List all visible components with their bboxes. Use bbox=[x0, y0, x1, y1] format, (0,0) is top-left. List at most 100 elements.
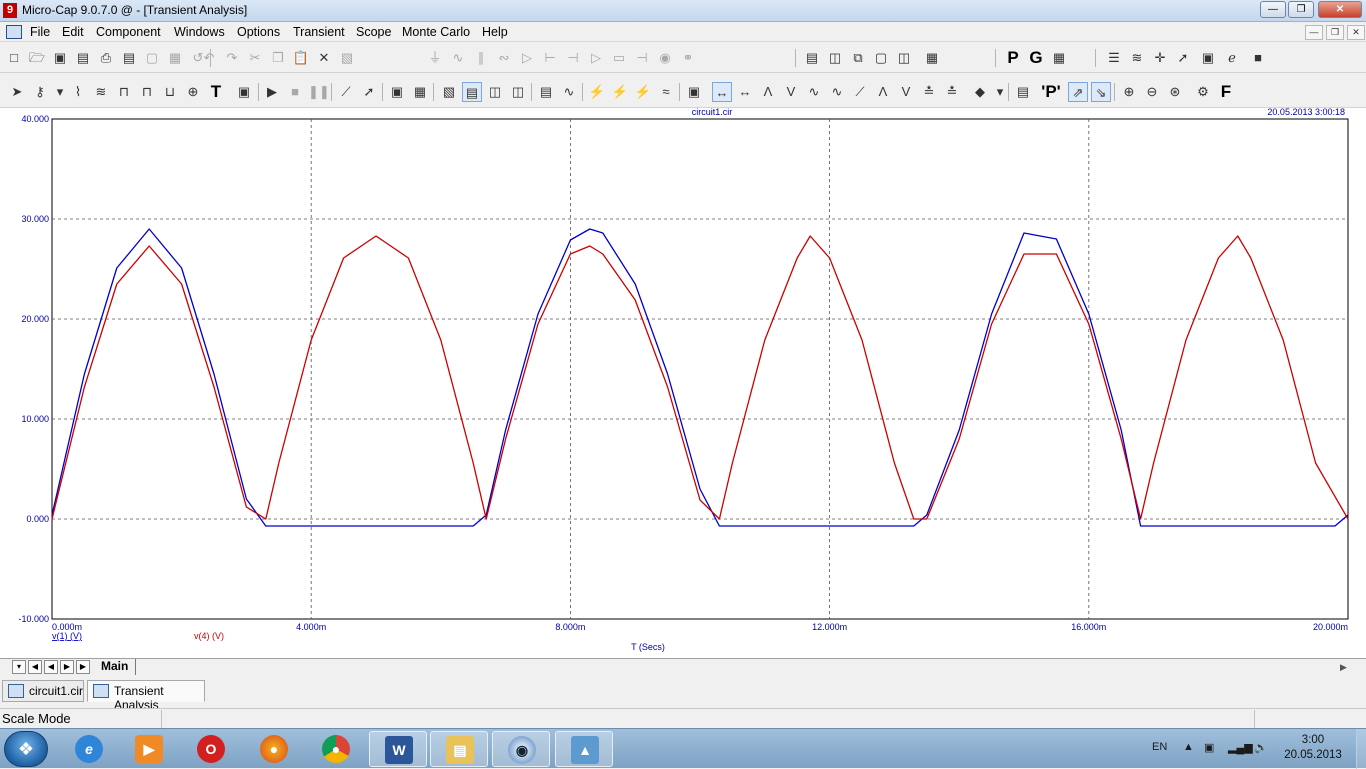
select-all-icon[interactable]: ▧ bbox=[337, 48, 357, 68]
legend-v1[interactable]: v(1) (V) bbox=[52, 631, 82, 641]
taskbar-firefox[interactable]: ● bbox=[245, 731, 303, 767]
taskbar-opera[interactable]: O bbox=[182, 731, 240, 767]
open-folder-icon[interactable]: 🗁 bbox=[27, 48, 47, 68]
window-split-vertical-icon[interactable]: ◫ bbox=[825, 48, 845, 68]
taskbar-image-viewer[interactable]: ▲ bbox=[555, 731, 613, 767]
text-mode-icon[interactable]: ▦ bbox=[1049, 48, 1069, 68]
low-cursor-icon[interactable]: ∿ bbox=[827, 82, 847, 102]
global-low-icon[interactable]: V bbox=[896, 82, 916, 102]
legend-v4[interactable]: v(4) (V) bbox=[194, 631, 224, 641]
pause-icon[interactable]: ❚❚ bbox=[308, 82, 330, 102]
next-sheet-button[interactable]: ▶ bbox=[60, 660, 74, 674]
print-preview-icon[interactable]: ▤ bbox=[119, 48, 139, 68]
taskbar-chrome[interactable]: ● bbox=[307, 731, 365, 767]
new-file-icon[interactable]: □ bbox=[4, 48, 24, 68]
transistor-icon[interactable]: ⊣ bbox=[563, 48, 583, 68]
stop-icon[interactable]: ■ bbox=[285, 82, 305, 102]
calculator-icon[interactable]: ▦ bbox=[922, 48, 942, 68]
gear-icon[interactable]: ⚙ bbox=[1193, 82, 1213, 102]
paste-icon[interactable]: 📋 bbox=[291, 48, 311, 68]
redo-icon[interactable]: ↷ bbox=[222, 48, 242, 68]
capacitor-icon[interactable]: ∥ bbox=[471, 48, 491, 68]
opamp-icon[interactable]: ▷ bbox=[586, 48, 606, 68]
line-tool-icon[interactable]: ⟋ bbox=[336, 82, 356, 102]
save-icon[interactable]: ▣ bbox=[50, 48, 70, 68]
valley-cursor-icon[interactable]: V bbox=[781, 82, 801, 102]
pulse-source-icon[interactable]: ◉ bbox=[655, 48, 675, 68]
chart-icon[interactable]: ■ bbox=[1248, 48, 1268, 68]
zoom-fit-icon[interactable]: ⊛ bbox=[1165, 82, 1185, 102]
menu-file[interactable]: File bbox=[30, 25, 50, 39]
print-icon[interactable]: ⎙ bbox=[96, 48, 116, 68]
app-icon[interactable]: 9 bbox=[3, 3, 17, 18]
peak-icon[interactable]: ⚡ bbox=[633, 82, 653, 102]
menu-transient[interactable]: Transient bbox=[293, 25, 345, 39]
taskbar-explorer[interactable]: ▤ bbox=[430, 731, 488, 767]
last-sheet-button[interactable]: ▶ bbox=[76, 660, 90, 674]
first-sheet-button[interactable]: ◀ bbox=[28, 660, 42, 674]
vertical-tag-icon[interactable]: ⊔ bbox=[160, 82, 180, 102]
save-all-icon[interactable]: ▤ bbox=[73, 48, 93, 68]
undo-icon[interactable]: ↶ bbox=[199, 48, 219, 68]
doc-minimize-button[interactable]: — bbox=[1305, 25, 1323, 40]
display-icon[interactable]: ▣ bbox=[1198, 48, 1218, 68]
taskbar-internet-explorer[interactable]: e bbox=[60, 731, 118, 767]
menu-windows[interactable]: Windows bbox=[174, 25, 225, 39]
prev-sheet-button[interactable]: ◀ bbox=[44, 660, 58, 674]
point-tag-icon[interactable]: ⊓ bbox=[114, 82, 134, 102]
peak-cursor-icon[interactable]: Λ bbox=[758, 82, 778, 102]
cut-component-icon[interactable]: ▢ bbox=[142, 48, 162, 68]
select-arrow-icon[interactable]: ➤ bbox=[7, 82, 27, 102]
start-button[interactable]: ❖ bbox=[4, 731, 48, 767]
animate-icon[interactable]: ▣ bbox=[684, 82, 704, 102]
menu-monte-carlo[interactable]: Monte Carlo bbox=[402, 25, 470, 39]
series-v4-line[interactable] bbox=[51, 235, 1349, 520]
performance-tag-icon[interactable]: ⊕ bbox=[183, 82, 203, 102]
frame-icon[interactable]: ▣ bbox=[387, 82, 407, 102]
high-cursor-icon[interactable]: ∿ bbox=[804, 82, 824, 102]
cut-icon[interactable]: ✂ bbox=[245, 48, 265, 68]
f-button[interactable]: F bbox=[1216, 82, 1236, 102]
pin-icon[interactable]: ✛ bbox=[1150, 48, 1170, 68]
delete-icon[interactable]: ✕ bbox=[314, 48, 334, 68]
usb-icon[interactable]: ▣ bbox=[1204, 741, 1214, 754]
bottom-cursor-icon[interactable]: ≛ bbox=[942, 82, 962, 102]
tokens-icon[interactable]: ⚡ bbox=[587, 82, 607, 102]
tab-transient-analysis[interactable]: Transient Analysis bbox=[87, 680, 205, 712]
baseline-icon[interactable]: ▤ bbox=[536, 82, 556, 102]
text-tool-button[interactable]: T bbox=[206, 82, 226, 102]
sheet-tab-main[interactable]: Main bbox=[96, 659, 136, 675]
diode-icon[interactable]: ▷ bbox=[517, 48, 537, 68]
battery-icon[interactable]: ⊢ bbox=[540, 48, 560, 68]
component-mode-icon[interactable]: ⚷ bbox=[30, 82, 50, 102]
window-tile-icon[interactable]: ◫ bbox=[894, 48, 914, 68]
doc-close-button[interactable]: ✕ bbox=[1347, 25, 1365, 40]
mirror-icon[interactable]: ▦ bbox=[165, 48, 185, 68]
cursor-mode-icon[interactable]: ≋ bbox=[91, 82, 111, 102]
show-desktop-button[interactable] bbox=[1356, 729, 1366, 769]
doc-restore-button[interactable]: ❐ bbox=[1326, 25, 1344, 40]
inflection-cursor-icon[interactable]: ⟋ bbox=[850, 82, 870, 102]
inductor-icon[interactable]: ∾ bbox=[494, 48, 514, 68]
ruler-icon[interactable]: ◫ bbox=[508, 82, 528, 102]
right-cursor-icon[interactable]: ↔ bbox=[735, 82, 755, 102]
source-icon[interactable]: ⊣ bbox=[632, 48, 652, 68]
run-icon[interactable]: ▶ bbox=[262, 82, 282, 102]
close-button[interactable]: ✕ bbox=[1318, 1, 1362, 18]
zoom-out-icon[interactable]: ⊖ bbox=[1142, 82, 1162, 102]
menu-help[interactable]: Help bbox=[482, 25, 508, 39]
minimize-button[interactable]: — bbox=[1260, 1, 1286, 18]
table-icon[interactable]: ▤ bbox=[1013, 82, 1033, 102]
resistor-icon[interactable]: ∿ bbox=[448, 48, 468, 68]
taskbar-media-player[interactable]: ▶ bbox=[120, 731, 178, 767]
p-button[interactable]: P bbox=[1003, 48, 1023, 68]
volume-icon[interactable]: 🔈 bbox=[1254, 741, 1268, 754]
window-split-horizontal-icon[interactable]: ▤ bbox=[802, 48, 822, 68]
window-cascade-icon[interactable]: ⧉ bbox=[848, 48, 868, 68]
cursor-settings-icon[interactable]: ◆ bbox=[970, 82, 990, 102]
transient-chart[interactable]: 0.000m 4.000m 8.000m 12.000m 16.000m 20.000m-… bbox=[0, 108, 1366, 658]
axis-grid-icon[interactable]: ▤ bbox=[462, 82, 482, 102]
menu-edit[interactable]: Edit bbox=[62, 25, 84, 39]
scale-mode-icon[interactable]: ⌇ bbox=[68, 82, 88, 102]
taskbar-micro-cap[interactable]: ◉ bbox=[492, 731, 550, 767]
